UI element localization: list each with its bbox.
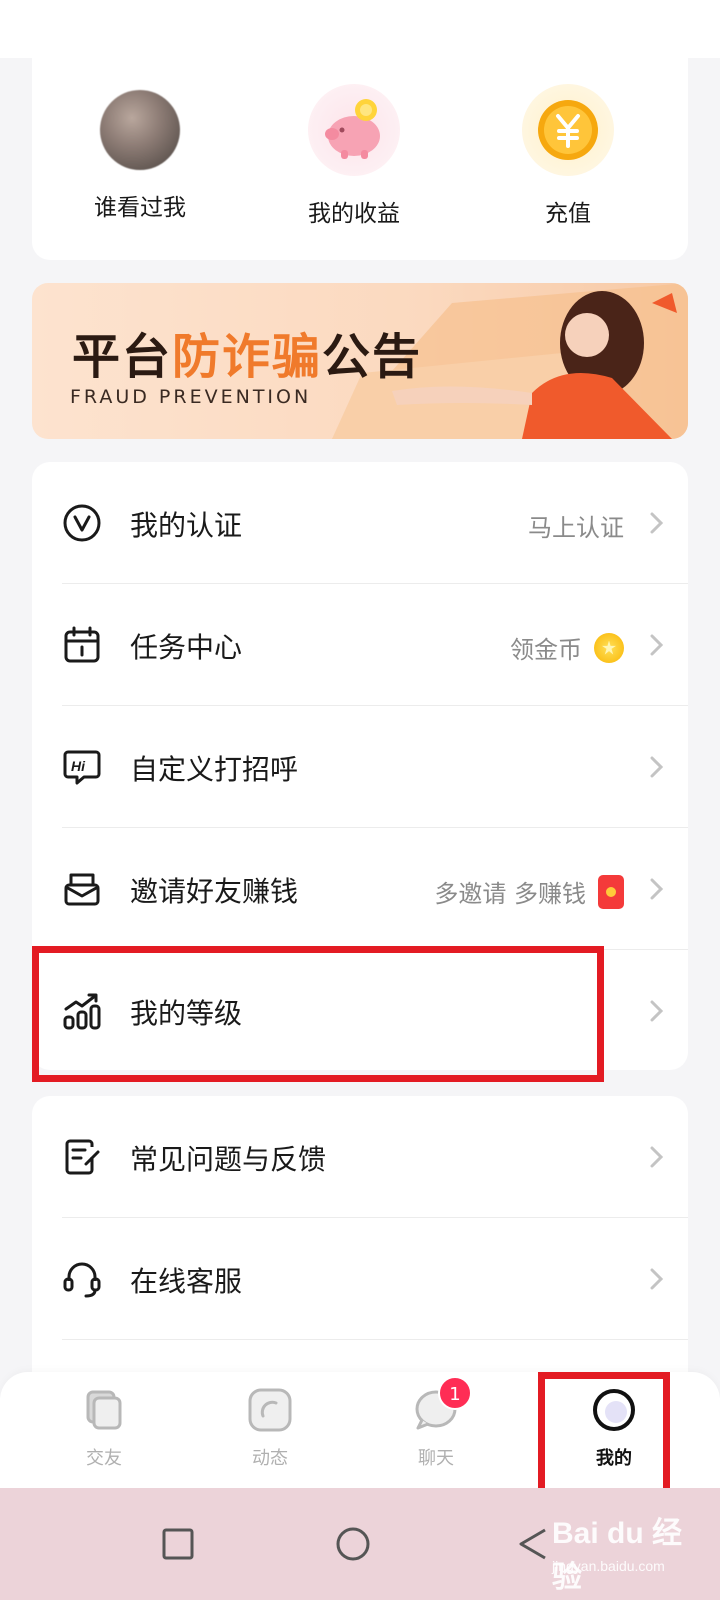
menu-hint: 领金币 — [510, 630, 624, 665]
banner-title: 平台防诈骗公告 — [72, 317, 422, 387]
tab-label: 聊天 — [418, 1448, 454, 1469]
home-icon[interactable] — [335, 1526, 371, 1562]
banner-title-part-a: 平台 — [72, 329, 173, 385]
tab-label: 交友 — [86, 1448, 122, 1469]
recharge-button[interactable]: 充值 — [468, 84, 668, 234]
profile-circle-icon — [593, 1389, 635, 1431]
invite-earn-hint: 多邀请 多赚钱 — [434, 880, 586, 908]
envelope-icon — [64, 873, 100, 906]
menu-item-my-level[interactable]: 我的等级 — [32, 950, 688, 1072]
menu-item-task-center[interactable]: 任务中心 领金币 — [32, 584, 688, 706]
my-earnings-label: 我的收益 — [308, 201, 400, 227]
who-viewed-me-label: 谁看过我 — [94, 195, 186, 221]
banner-title-highlight: 防诈骗 — [172, 329, 323, 385]
menu-card-support: 常见问题与反馈 在线客服 — [32, 1096, 688, 1396]
red-packet-icon — [598, 874, 624, 909]
avatar-icon — [100, 90, 180, 170]
verified-icon — [63, 504, 101, 542]
unread-badge: 1 — [438, 1376, 472, 1410]
bottom-tab-bar: 交友 动态 1 聊天 我的 — [0, 1372, 720, 1488]
baidu-watermark: Bai du 经验 jingyan.baidu.com — [542, 1508, 702, 1594]
tab-friends[interactable]: 交友 — [44, 1386, 164, 1476]
menu-item-verification[interactable]: 我的认证 马上认证 — [32, 462, 688, 584]
feedback-icon — [65, 1139, 100, 1175]
menu-label: 任务中心 — [130, 631, 243, 664]
menu-hint: 多邀请 多赚钱 — [434, 874, 624, 909]
fraud-prevention-banner[interactable]: 平台防诈骗公告 FRAUD PREVENTION — [32, 283, 688, 439]
calendar-icon — [64, 626, 100, 663]
menu-item-custom-greeting[interactable]: Hi 自定义打招呼 — [32, 706, 688, 828]
status-area — [0, 0, 720, 58]
watermark-main: Bai du 经验 — [552, 1517, 683, 1594]
tab-moments[interactable]: 动态 — [210, 1386, 330, 1476]
banner-subtitle: FRAUD PREVENTION — [70, 386, 312, 408]
menu-label: 我的认证 — [130, 509, 243, 542]
cards-icon — [86, 1390, 122, 1430]
level-chart-icon — [63, 993, 101, 1030]
recent-apps-icon[interactable] — [160, 1526, 196, 1562]
moments-icon — [248, 1388, 292, 1432]
verify-now-hint: 马上认证 — [528, 514, 624, 542]
my-earnings-button[interactable]: 我的收益 — [254, 84, 454, 234]
chevron-right-icon — [650, 1000, 664, 1022]
chevron-right-icon — [650, 1146, 664, 1168]
piggy-bank-icon — [308, 84, 400, 176]
quick-actions-card: 谁看过我 我的收益 充值 — [32, 58, 688, 260]
menu-label: 在线客服 — [130, 1265, 243, 1298]
svg-text:Hi: Hi — [71, 758, 86, 774]
menu-item-invite-friends[interactable]: 邀请好友赚钱 多邀请 多赚钱 — [32, 828, 688, 950]
tab-chat[interactable]: 1 聊天 — [376, 1376, 496, 1476]
menu-card-main: 我的认证 马上认证 任务中心 领金币 Hi 自定义打招呼 邀请好友赚钱 多邀请 … — [32, 462, 688, 1070]
chevron-right-icon — [650, 1268, 664, 1290]
menu-label: 邀请好友赚钱 — [130, 875, 299, 908]
headset-icon — [63, 1262, 101, 1298]
coin-yuan-icon — [522, 84, 614, 176]
chevron-right-icon — [650, 756, 664, 778]
menu-label: 自定义打招呼 — [130, 753, 299, 786]
divider — [62, 1339, 688, 1340]
tab-me[interactable]: 我的 — [554, 1386, 674, 1476]
get-coins-hint: 领金币 — [510, 636, 582, 664]
chat-bubble-wrap: 1 — [412, 1376, 472, 1434]
chevron-right-icon — [650, 512, 664, 534]
menu-label: 常见问题与反馈 — [130, 1143, 327, 1176]
watermark-sub: jingyan.baidu.com — [552, 1558, 665, 1574]
tab-label: 动态 — [252, 1448, 288, 1469]
menu-item-faq-feedback[interactable]: 常见问题与反馈 — [32, 1096, 688, 1218]
tab-label: 我的 — [596, 1448, 632, 1469]
recharge-label: 充值 — [545, 201, 591, 227]
chevron-right-icon — [650, 878, 664, 900]
system-navigation-bar: Bai du 经验 jingyan.baidu.com — [0, 1488, 720, 1600]
chevron-right-icon — [650, 634, 664, 656]
gold-coin-icon — [594, 632, 624, 663]
menu-hint: 马上认证 — [528, 508, 624, 543]
hi-chat-icon: Hi — [63, 750, 101, 785]
who-viewed-me-button[interactable]: 谁看过我 — [40, 84, 240, 234]
menu-item-online-support[interactable]: 在线客服 — [32, 1218, 688, 1340]
banner-title-part-b: 公告 — [322, 329, 423, 385]
menu-label: 我的等级 — [130, 997, 243, 1030]
